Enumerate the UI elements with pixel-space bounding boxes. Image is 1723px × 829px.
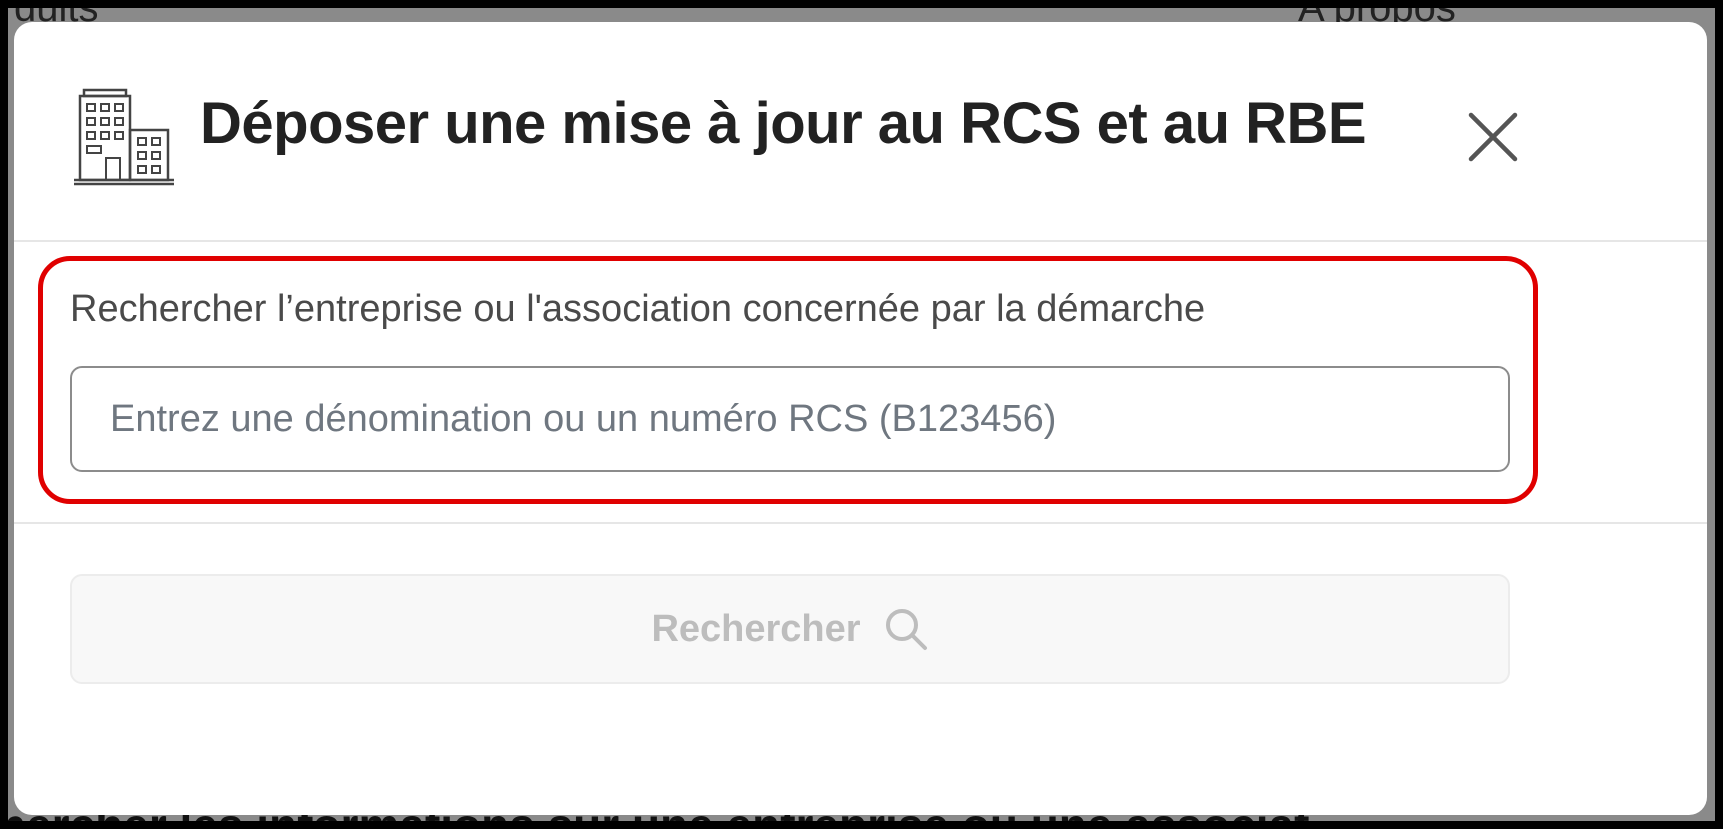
search-label: Rechercher l’entreprise ou l'association… [70,288,1206,330]
search-button-label: Rechercher [651,607,861,650]
modal-title: Déposer une mise à jour au RCS et au RBE [200,91,1367,156]
close-icon[interactable] [1466,110,1520,164]
search-button[interactable]: Rechercher [70,574,1510,684]
screenshot-frame: duits A propos hercher les informations … [8,8,1715,821]
modal-header: Déposer une mise à jour au RCS et au RBE [14,22,1707,242]
company-search-input[interactable] [70,366,1510,472]
section-divider [14,522,1707,524]
building-icon [74,88,174,186]
search-icon [885,609,927,650]
update-modal: Déposer une mise à jour au RCS et au RBE… [14,22,1707,815]
